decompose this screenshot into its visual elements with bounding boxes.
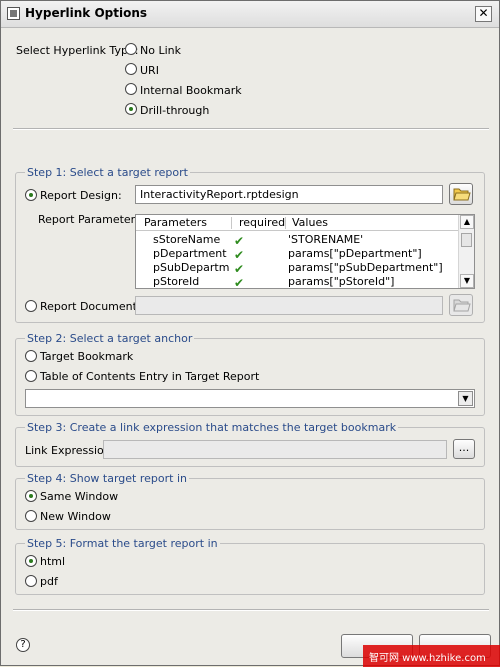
radio-pdf-label[interactable]: pdf (40, 575, 58, 588)
radio-report-document[interactable] (25, 300, 37, 312)
radio-drill-through[interactable] (125, 103, 137, 115)
radio-no-link-label[interactable]: No Link (140, 44, 181, 57)
chevron-down-icon[interactable]: ▼ (458, 391, 473, 406)
param-name: pStoreId (153, 275, 200, 288)
required-check-icon: ✔ (234, 248, 245, 262)
watermark: 智可网 www.hzhike.com (363, 645, 500, 667)
radio-drill-through-label[interactable]: Drill-through (140, 104, 209, 117)
radio-pdf[interactable] (25, 575, 37, 587)
param-value: params["pStoreId"] (288, 275, 395, 288)
table-row[interactable]: pStoreId ✔ params["pStoreId"] (136, 275, 458, 289)
radio-new-window[interactable] (25, 510, 37, 522)
column-header[interactable]: required (239, 216, 285, 229)
radio-uri-label[interactable]: URI (140, 64, 159, 77)
radio-target-bookmark-label[interactable]: Target Bookmark (40, 350, 133, 363)
hyperlink-type-label: Select Hyperlink Type: (16, 44, 139, 57)
open-folder-icon (453, 188, 471, 201)
table-row[interactable]: pSubDepartm... ✔ params["pSubDepartment"… (136, 261, 458, 276)
dialog-title: Hyperlink Options (25, 6, 148, 20)
browse-report-document-button[interactable] (449, 294, 473, 316)
link-expression-ellipsis-button[interactable]: ... (453, 439, 475, 459)
radio-report-design[interactable] (25, 189, 37, 201)
link-expression-field[interactable] (103, 440, 447, 459)
radio-no-link[interactable] (125, 43, 137, 55)
column-divider (231, 217, 232, 229)
hyperlink-options-dialog: Hyperlink Options ✕ Select Hyperlink Typ… (0, 0, 500, 667)
column-header[interactable]: Parameters (144, 216, 207, 229)
scroll-up-icon[interactable]: ▲ (460, 215, 474, 229)
radio-internal-bookmark[interactable] (125, 83, 137, 95)
step1-title: Step 1: Select a target report (25, 166, 190, 179)
open-folder-icon (453, 299, 471, 312)
browse-report-design-button[interactable] (449, 183, 473, 205)
required-check-icon: ✔ (234, 262, 245, 276)
radio-html-label[interactable]: html (40, 555, 65, 568)
radio-html[interactable] (25, 555, 37, 567)
table-scrollbar[interactable]: ▲ ▼ (458, 215, 474, 288)
title-bar: Hyperlink Options ✕ (1, 1, 499, 28)
radio-internal-bookmark-label[interactable]: Internal Bookmark (140, 84, 242, 97)
report-design-field[interactable]: InteractivityReport.rptdesign (135, 185, 443, 204)
report-document-field[interactable] (135, 296, 443, 315)
table-header: Parameters required Values (136, 215, 458, 231)
required-check-icon: ✔ (234, 234, 245, 248)
table-row[interactable]: sStoreName ✔ 'STORENAME' (136, 233, 458, 248)
radio-same-window[interactable] (25, 490, 37, 502)
step3-title: Step 3: Create a link expression that ma… (25, 421, 399, 434)
step5-title: Step 5: Format the target report in (25, 537, 220, 550)
radio-same-window-label[interactable]: Same Window (40, 490, 118, 503)
app-icon (7, 7, 20, 20)
link-expression-label: Link Expression: (25, 444, 115, 457)
report-design-label[interactable]: Report Design: (40, 189, 122, 202)
required-check-icon: ✔ (234, 276, 245, 289)
target-anchor-combo[interactable]: ▼ (25, 389, 475, 408)
param-name: sStoreName (153, 233, 221, 246)
radio-toc-entry[interactable] (25, 370, 37, 382)
radio-target-bookmark[interactable] (25, 350, 37, 362)
step5-group (15, 543, 485, 595)
column-header[interactable]: Values (292, 216, 328, 229)
param-value: params["pDepartment"] (288, 247, 422, 260)
report-document-label[interactable]: Report Document: (40, 300, 141, 313)
param-name: pDepartment (153, 247, 227, 260)
parameters-table[interactable]: Parameters required Values sStoreName ✔ … (135, 214, 475, 289)
param-value: params["pSubDepartment"] (288, 261, 443, 274)
radio-new-window-label[interactable]: New Window (40, 510, 111, 523)
radio-toc-entry-label[interactable]: Table of Contents Entry in Target Report (40, 370, 259, 383)
radio-uri[interactable] (125, 63, 137, 75)
param-value: 'STORENAME' (288, 233, 364, 246)
step2-title: Step 2: Select a target anchor (25, 332, 195, 345)
report-parameters-label: Report Parameters: (38, 213, 145, 226)
separator (13, 609, 489, 611)
step4-title: Step 4: Show target report in (25, 472, 189, 485)
param-name: pSubDepartm... (153, 261, 229, 274)
separator (13, 128, 489, 130)
close-icon[interactable]: ✕ (475, 6, 492, 22)
help-icon[interactable]: ? (16, 638, 30, 652)
column-divider (285, 217, 286, 229)
scroll-thumb[interactable] (461, 233, 472, 247)
table-row[interactable]: pDepartment ✔ params["pDepartment"] (136, 247, 458, 262)
scroll-down-icon[interactable]: ▼ (460, 274, 474, 288)
